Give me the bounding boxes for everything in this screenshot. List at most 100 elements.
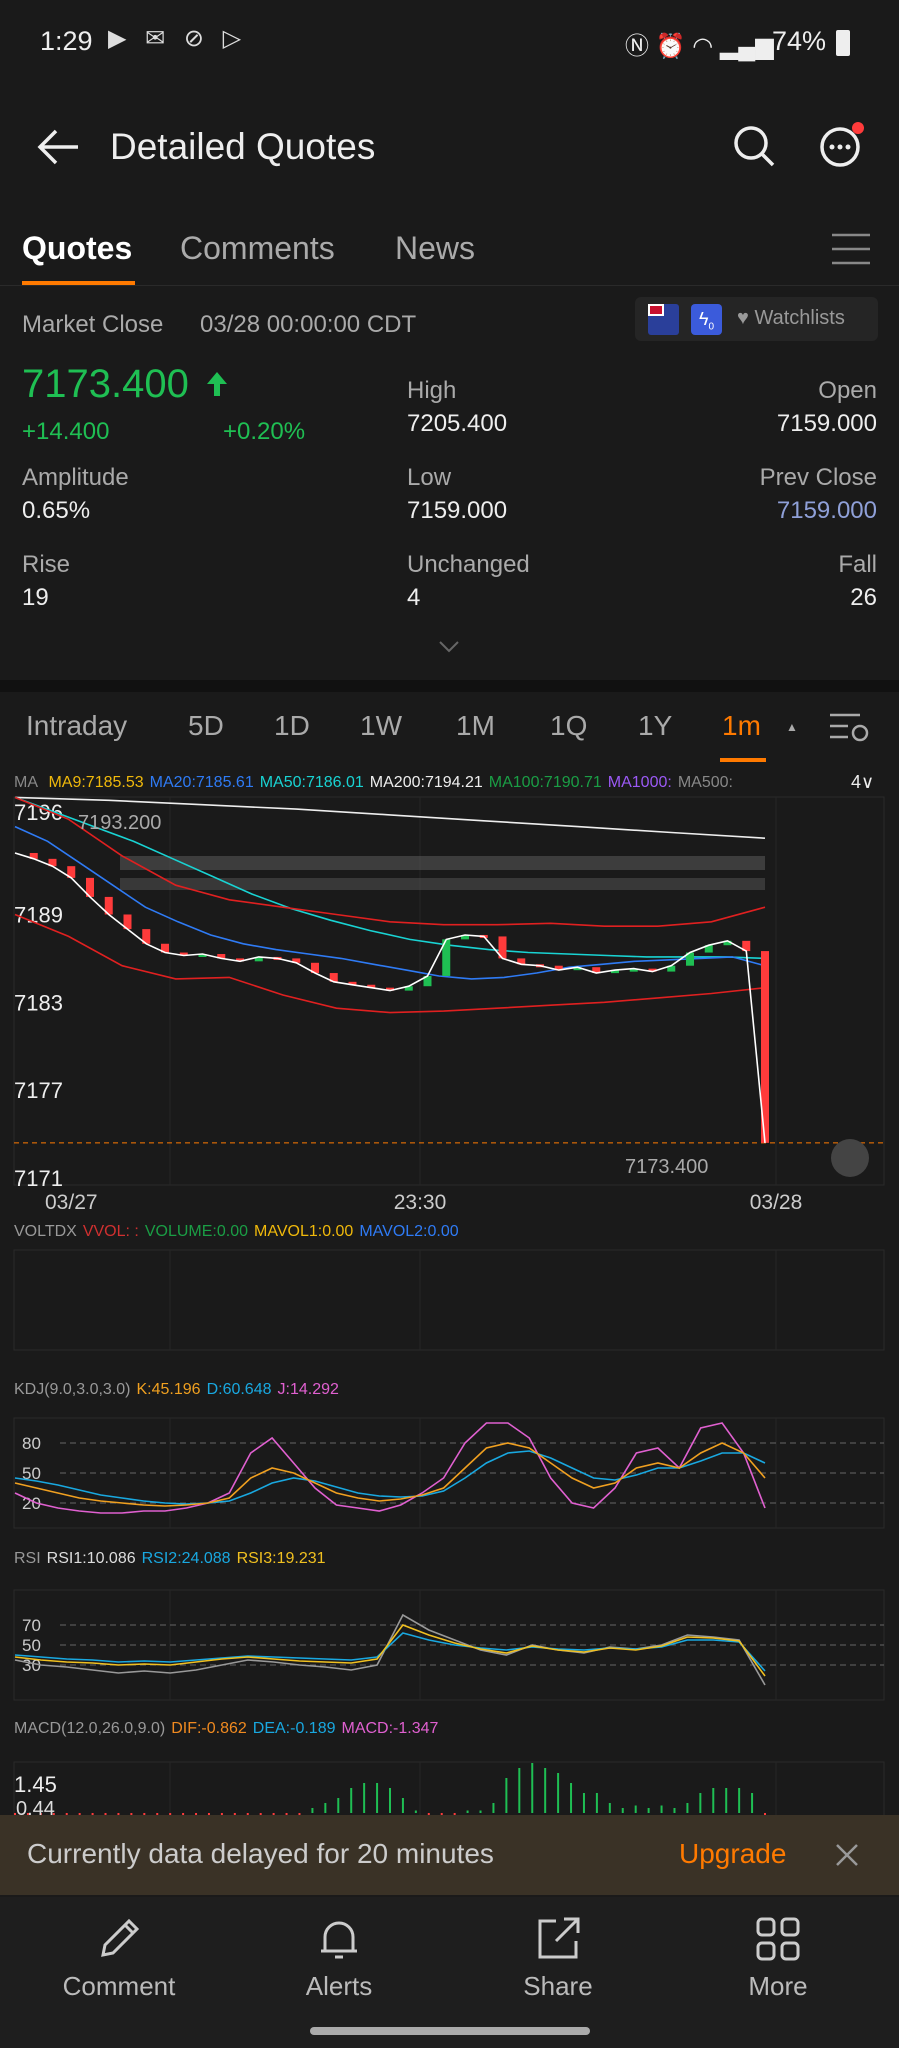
last-price-label: 7173.400 [625,1156,708,1178]
macd-panel-frame [13,1761,885,1815]
lightning-badge-icon: ϟ0 [691,304,722,335]
low-label: Low [407,464,452,491]
macd-legend-item: MACD:-1.347 [341,1720,439,1737]
tab-comments[interactable]: Comments [180,230,335,267]
open-label: Open [818,377,877,404]
rise-value: 19 [22,584,49,611]
volume-panel-frame [13,1249,885,1351]
y-tick-label: 7183 [14,990,63,1015]
ma-legend-item: MA20:7185.61 [149,774,254,791]
back-arrow-icon[interactable] [36,128,80,166]
battery-level: 74% [772,26,827,56]
resistance-band [120,878,765,890]
high-marker-label: 7193.200 [78,812,161,834]
macd-legend: MACD(12.0,26.0,9.0) DIF:-0.862 DEA:-0.189 M… [14,1720,439,1737]
kdj-legend-item: K:45.196 [136,1381,201,1398]
chart-settings-icon[interactable] [830,712,870,744]
active-period-indicator [720,758,766,762]
australia-flag-icon [648,304,679,335]
more-button[interactable]: More [703,1915,853,2002]
alerts-button[interactable]: Alerts [264,1915,414,2002]
rise-label: Rise [22,551,71,578]
period-5d[interactable]: 5D [188,710,224,742]
last-price: 7173.400 [22,362,189,406]
expand-chevron-icon[interactable] [438,640,460,654]
content-tabs: Quotes Comments News [0,220,899,286]
ma20-line [14,825,766,980]
resistance-band [120,856,765,870]
status-time: 1:29 [40,26,93,56]
chart-area[interactable]: 719671897183717771717193.2007173.40003/2… [0,795,899,1815]
bell-icon [321,1921,357,1959]
ma-legend-item: MA100:7190.71 [488,774,602,791]
rsi-legend-item: RSI2:24.088 [141,1550,231,1567]
prev-close-label: Prev Close [759,464,877,491]
tab-quotes[interactable]: Quotes [22,230,132,267]
x-tick-label: 03/27 [45,1191,98,1214]
share-icon [538,1917,580,1959]
ma-legend[interactable]: MA MA9:7185.53 MA20:7185.61 MA50:7186.01 MA… [14,774,739,792]
share-button[interactable]: Share [483,1915,633,2002]
page-title: Detailed Quotes [110,126,376,167]
vol-legend-item: VOLUME:0.00 [144,1223,249,1240]
high-label: High [407,377,457,404]
kdj-legend-item: D:60.648 [206,1381,272,1398]
rsi3-line [14,1624,766,1677]
macd-legend-item: DIF:-0.862 [171,1720,247,1737]
period-1w[interactable]: 1W [360,710,402,742]
x-tick-label: 03/28 [750,1191,803,1214]
menu-icon[interactable] [832,232,870,266]
ma-legend-item: MA200:7194.21 [369,774,483,791]
messages-icon[interactable] [818,120,868,170]
watchlists-button[interactable]: ♥ Watchlists [737,307,845,330]
rsi-y-tick: 50 [22,1636,41,1655]
vol-legend: VOLTDX VVOL: : VOLUME:0.00 MAVOL1:0.00 MAVOL… [14,1223,459,1240]
x-tick-label: 23:30 [394,1191,447,1214]
open-value: 7159.000 [776,410,877,437]
upgrade-button[interactable]: Upgrade [679,1838,786,1870]
macd-y-tick: 1.45 [14,1772,57,1797]
kdj-legend: KDJ(9.0,3.0,3.0) K:45.196 D:60.648 J:14.292 [14,1381,339,1398]
fall-value: 26 [850,584,877,611]
dropdown-triangle-icon[interactable]: ▲ [786,720,798,734]
rsi-legend-item: RSI1:10.086 [46,1550,136,1567]
period-1m[interactable]: 1M [456,710,495,742]
period-1min[interactable]: 1m [722,710,761,742]
status-bar: 1:29 ▶ ✉ ⊘ ▷ Ⓝ ⏰ ◠ ▂▄▆ 74% [0,0,899,86]
close-icon[interactable] [835,1843,859,1867]
period-1d[interactable]: 1D [274,710,310,742]
comment-button[interactable]: Comment [44,1915,194,2002]
heart-icon: ♥ [737,307,755,329]
ma-legend-item: MA500: [677,774,733,791]
battery-icon [836,30,850,56]
grid-icon [756,1917,800,1961]
system-icons: Ⓝ ⏰ ◠ ▂▄▆ [625,33,774,60]
notification-icons: ▶ ✉ ⊘ ▷ [108,25,248,52]
search-icon[interactable] [732,124,776,168]
period-1y[interactable]: 1Y [638,710,672,742]
ma-count-dropdown[interactable]: 4∨ [851,772,874,793]
amplitude-value: 0.65% [22,497,91,524]
price-change: +14.400 [22,418,110,445]
unchanged-label: Unchanged [407,551,530,578]
period-1q[interactable]: 1Q [550,710,587,742]
ma-legend-item: MA9:7185.53 [48,774,144,791]
prev-close-value: 7159.000 [776,497,877,524]
macd-y-tick: 0.44 [16,1798,55,1815]
rsi-legend-item: RSI3:19.231 [236,1550,326,1567]
kdj-d-line [14,1450,766,1505]
vol-legend-item: VVOL: : [82,1223,139,1240]
period-intraday[interactable]: Intraday [26,710,127,742]
tab-news[interactable]: News [395,230,475,267]
ma-legend-item: MA50:7186.01 [259,774,364,791]
delay-message: Currently data delayed for 20 minutes [27,1838,494,1869]
unchanged-value: 4 [407,584,421,611]
delay-banner: Currently data delayed for 20 minutes Up… [0,1815,899,1895]
pencil-icon [101,1918,140,1957]
kdj-y-tick: 80 [22,1434,41,1453]
ma-legend-item: MA1000: [607,774,672,791]
vol-legend-item: MAVOL1:0.00 [254,1223,354,1240]
period-tabs: Intraday 5D 1D 1W 1M 1Q 1Y 1m ▲ [0,680,899,762]
high-value: 7205.400 [407,410,508,437]
rsi-y-tick: 70 [22,1616,41,1635]
